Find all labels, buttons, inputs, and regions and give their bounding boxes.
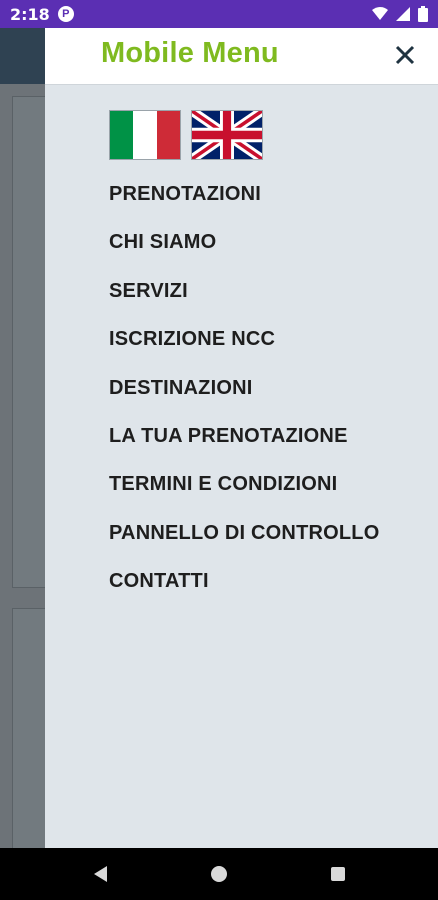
drawer-title: Mobile Menu: [101, 37, 279, 69]
menu-item-iscrizione-ncc[interactable]: ISCRIZIONE NCC: [109, 323, 379, 371]
flag-italian-button[interactable]: [109, 110, 181, 160]
menu-item-pannello-di-controllo[interactable]: PANNELLO DI CONTROLLO: [109, 517, 379, 565]
menu-item-la-tua-prenotazione[interactable]: LA TUA PRENOTAZIONE: [109, 420, 379, 468]
close-icon: [395, 45, 415, 65]
menu-list: PRENOTAZIONI CHI SIAMO SERVIZI ISCRIZION…: [109, 178, 379, 614]
status-bar: 2:18 P: [0, 0, 438, 28]
menu-item-destinazioni[interactable]: DESTINAZIONI: [109, 372, 379, 420]
language-selector: [109, 110, 263, 160]
recents-icon[interactable]: [330, 867, 345, 881]
notification-icon: P: [57, 6, 74, 22]
home-icon[interactable]: [210, 866, 227, 882]
battery-icon: [418, 6, 428, 22]
menu-item-servizi[interactable]: SERVIZI: [109, 275, 379, 323]
flag-english-button[interactable]: [191, 110, 263, 160]
back-icon[interactable]: [93, 866, 107, 882]
flag-uk-icon: [192, 111, 262, 159]
menu-item-chi-siamo[interactable]: CHI SIAMO: [109, 226, 379, 274]
menu-item-prenotazioni[interactable]: PRENOTAZIONI: [109, 178, 379, 226]
status-time: 2:18: [10, 4, 50, 24]
notification-glyph: P: [62, 8, 70, 20]
menu-item-contatti[interactable]: CONTATTI: [109, 565, 379, 613]
signal-icon: [396, 7, 410, 21]
drawer-header: Mobile Menu: [45, 28, 438, 85]
menu-item-termini-e-condizioni[interactable]: TERMINI E CONDIZIONI: [109, 468, 379, 516]
navigation-bar: [0, 848, 438, 900]
wifi-icon: [372, 7, 388, 20]
status-icons: [372, 6, 428, 22]
mobile-menu-drawer: Mobile Menu PRENOTAZIONI CHI SIAMO SERVI…: [45, 28, 438, 848]
close-button[interactable]: [390, 40, 420, 70]
